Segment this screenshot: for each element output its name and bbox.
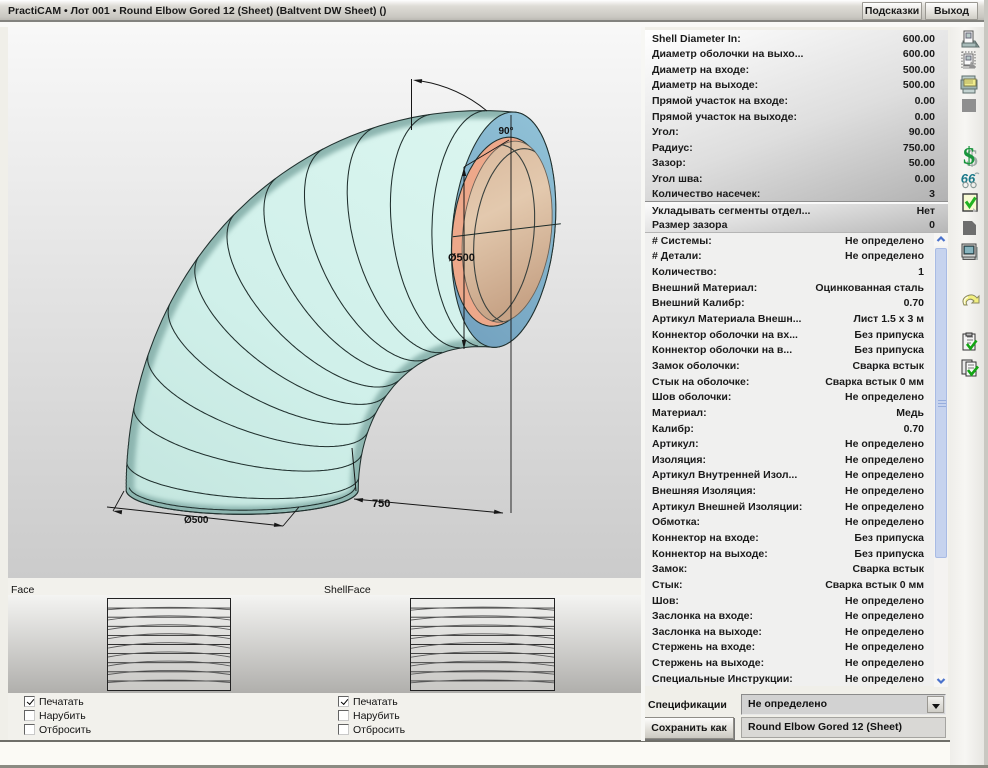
svg-text:Ø500: Ø500 <box>448 252 475 264</box>
svg-text:$: $ <box>963 145 975 167</box>
svg-text:750: 750 <box>372 498 390 510</box>
svg-text:Ø500: Ø500 <box>184 515 209 526</box>
